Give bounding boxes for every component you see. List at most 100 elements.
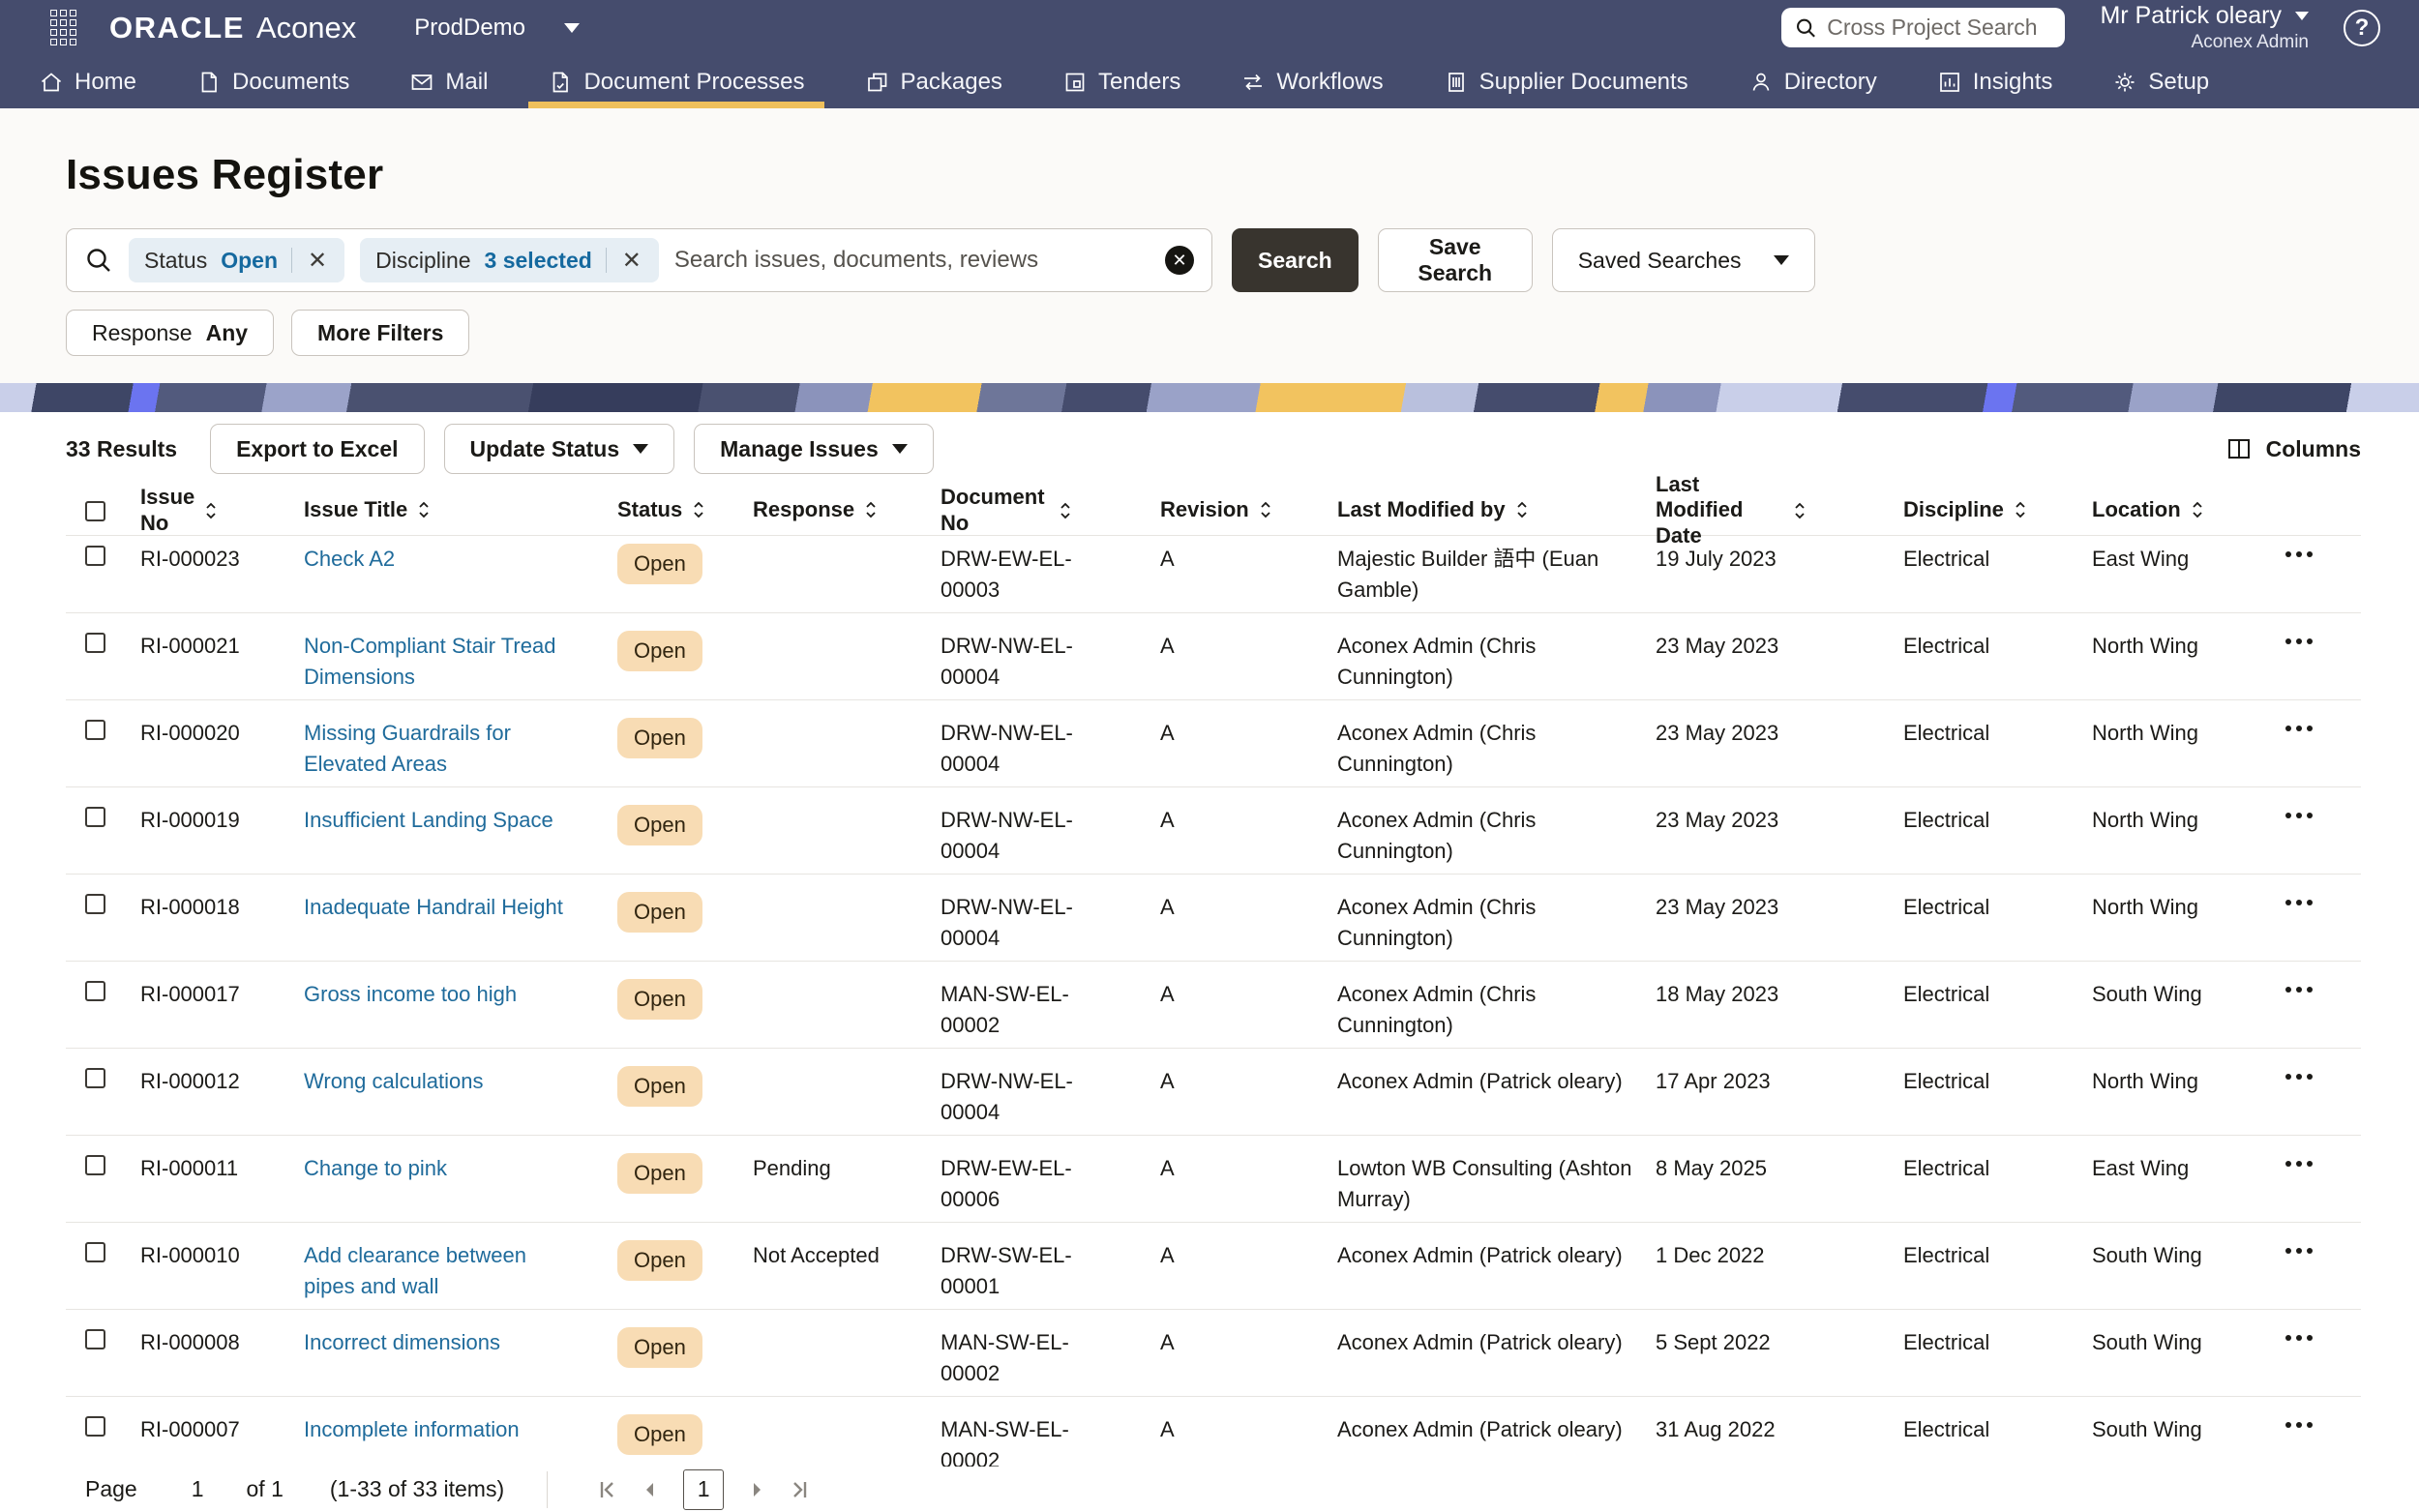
- last-modified-by-cell: Aconex Admin (Chris Cunnington): [1337, 808, 1537, 863]
- previous-page-button[interactable]: [629, 1470, 672, 1509]
- sort-icon[interactable]: [1793, 500, 1807, 521]
- column-header-location[interactable]: Location: [2092, 497, 2285, 522]
- row-checkbox[interactable]: [85, 894, 105, 914]
- issue-search-input[interactable]: [673, 247, 1150, 274]
- row-checkbox[interactable]: [85, 1155, 105, 1175]
- sort-icon[interactable]: [1059, 500, 1072, 521]
- project-name: ProdDemo: [414, 14, 526, 41]
- nav-item-directory[interactable]: Directory: [1748, 55, 1877, 108]
- column-header-revision[interactable]: Revision: [1160, 497, 1337, 522]
- column-header-response[interactable]: Response: [753, 497, 941, 522]
- row-checkbox[interactable]: [85, 1242, 105, 1262]
- select-all-checkbox[interactable]: [85, 501, 105, 521]
- nav-item-documents[interactable]: Documents: [196, 55, 349, 108]
- location-cell: South Wing: [2092, 982, 2202, 1006]
- column-header-last-modified-by[interactable]: Last Modified by: [1337, 497, 1656, 522]
- column-header-discipline[interactable]: Discipline: [1903, 497, 2092, 522]
- last-page-button[interactable]: [778, 1470, 821, 1509]
- sort-icon[interactable]: [204, 500, 218, 521]
- row-actions-button[interactable]: [2285, 1161, 2313, 1167]
- app-grid-icon[interactable]: [50, 10, 76, 45]
- column-header-last-modified-date[interactable]: Last Modified Date: [1656, 472, 1903, 548]
- row-actions-button[interactable]: [2285, 551, 2313, 557]
- cross-project-search-input[interactable]: [1827, 15, 2052, 41]
- export-to-excel-button[interactable]: Export to Excel: [210, 424, 425, 474]
- issue-title-link[interactable]: Incorrect dimensions: [304, 1330, 500, 1354]
- sort-icon[interactable]: [864, 499, 878, 520]
- remove-chip-icon[interactable]: ✕: [620, 247, 643, 275]
- next-page-button[interactable]: [735, 1470, 778, 1509]
- row-actions-button[interactable]: [2285, 1074, 2313, 1080]
- nav-item-tenders[interactable]: Tenders: [1062, 55, 1180, 108]
- column-header-issue-title[interactable]: Issue Title: [304, 497, 617, 522]
- column-header-issue-no[interactable]: Issue No: [140, 485, 304, 536]
- row-checkbox[interactable]: [85, 807, 105, 827]
- page-number-input[interactable]: 1: [192, 1476, 204, 1502]
- row-actions-button[interactable]: [2285, 1248, 2313, 1254]
- issue-title-link[interactable]: Incomplete information: [304, 1417, 520, 1441]
- nav-item-home[interactable]: Home: [39, 55, 136, 108]
- issue-title-link[interactable]: Non-Compliant Stair Tread Dimensions: [304, 634, 555, 689]
- nav-item-insights[interactable]: Insights: [1937, 55, 2052, 108]
- issue-title-link[interactable]: Missing Guardrails for Elevated Areas: [304, 721, 511, 776]
- issue-title-link[interactable]: Gross income too high: [304, 982, 517, 1006]
- filter-chip-discipline[interactable]: Discipline 3 selected ✕: [360, 238, 659, 282]
- response-filter-button[interactable]: Response Any: [66, 310, 275, 356]
- issue-title-link[interactable]: Change to pink: [304, 1156, 447, 1180]
- first-page-button[interactable]: [586, 1470, 629, 1509]
- current-page-button[interactable]: 1: [683, 1468, 725, 1510]
- nav-item-supplier-documents[interactable]: Supplier Documents: [1444, 55, 1688, 108]
- clear-search-icon[interactable]: ✕: [1165, 246, 1194, 275]
- saved-searches-dropdown[interactable]: Saved Searches: [1551, 228, 1815, 292]
- filter-chip-status[interactable]: Status Open ✕: [129, 238, 345, 282]
- columns-button[interactable]: Columns: [2225, 435, 2361, 462]
- sort-icon[interactable]: [2191, 499, 2204, 520]
- row-actions-button[interactable]: [2285, 813, 2313, 818]
- table-row: RI-000021 Non-Compliant Stair Tread Dime…: [66, 613, 2361, 700]
- column-header-status[interactable]: Status: [617, 497, 753, 522]
- more-filters-button[interactable]: More Filters: [291, 310, 470, 356]
- status-badge: Open: [617, 1240, 702, 1281]
- issue-title-link[interactable]: Inadequate Handrail Height: [304, 895, 563, 919]
- nav-item-setup[interactable]: Setup: [2112, 55, 2209, 108]
- row-checkbox[interactable]: [85, 1329, 105, 1349]
- row-checkbox[interactable]: [85, 546, 105, 566]
- row-actions-button[interactable]: [2285, 1335, 2313, 1341]
- sort-icon[interactable]: [2014, 499, 2027, 520]
- row-actions-button[interactable]: [2285, 638, 2313, 644]
- nav-item-workflows[interactable]: Workflows: [1240, 55, 1384, 108]
- issue-title-link[interactable]: Wrong calculations: [304, 1069, 483, 1093]
- row-checkbox[interactable]: [85, 1068, 105, 1088]
- location-cell: North Wing: [2092, 721, 2199, 745]
- row-actions-button[interactable]: [2285, 1422, 2313, 1428]
- row-checkbox[interactable]: [85, 1416, 105, 1437]
- update-status-dropdown[interactable]: Update Status: [443, 424, 675, 474]
- nav-item-mail[interactable]: Mail: [409, 55, 488, 108]
- project-switcher[interactable]: ProdDemo: [414, 14, 581, 42]
- cross-project-search[interactable]: [1781, 8, 2066, 47]
- search-button[interactable]: Search: [1232, 228, 1359, 292]
- user-menu[interactable]: Mr Patrick oleary Aconex Admin: [2100, 2, 2309, 53]
- help-icon[interactable]: ?: [2344, 9, 2380, 46]
- issue-title-link[interactable]: Check A2: [304, 547, 395, 571]
- sort-icon[interactable]: [417, 499, 431, 520]
- nav-item-document-processes[interactable]: Document Processes: [528, 55, 824, 108]
- row-actions-button[interactable]: [2285, 900, 2313, 905]
- save-search-button[interactable]: Save Search: [1377, 228, 1533, 292]
- sort-icon[interactable]: [1515, 499, 1529, 520]
- manage-issues-dropdown[interactable]: Manage Issues: [694, 424, 934, 474]
- discipline-cell: Electrical: [1903, 1417, 1990, 1441]
- sort-icon[interactable]: [692, 499, 705, 520]
- column-header-document-no[interactable]: Document No: [941, 485, 1160, 536]
- row-actions-button[interactable]: [2285, 987, 2313, 993]
- nav-item-packages[interactable]: Packages: [865, 55, 1002, 108]
- issue-title-link[interactable]: Insufficient Landing Space: [304, 808, 553, 832]
- workflows-icon: [1244, 74, 1263, 90]
- remove-chip-icon[interactable]: ✕: [306, 247, 329, 275]
- sort-icon[interactable]: [1259, 499, 1272, 520]
- row-checkbox[interactable]: [85, 633, 105, 653]
- row-checkbox[interactable]: [85, 981, 105, 1001]
- row-checkbox[interactable]: [85, 720, 105, 740]
- row-actions-button[interactable]: [2285, 726, 2313, 731]
- issue-title-link[interactable]: Add clearance between pipes and wall: [304, 1243, 526, 1298]
